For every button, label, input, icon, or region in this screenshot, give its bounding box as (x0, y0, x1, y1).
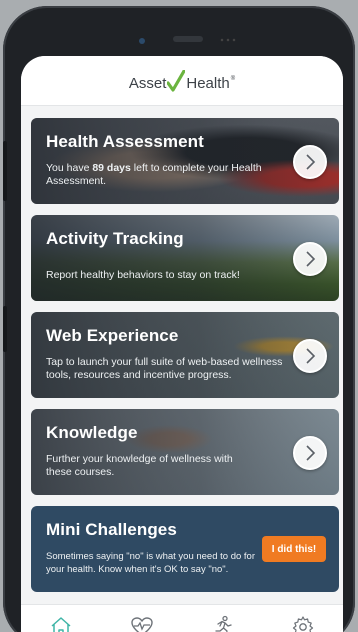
i-did-this-button[interactable]: I did this! (262, 536, 326, 562)
speaker-grille (173, 36, 203, 42)
chevron-right-icon (306, 445, 316, 461)
web-experience-card[interactable]: Web Experience Tap to launch your full s… (31, 312, 339, 398)
bottom-tab-bar (21, 604, 343, 632)
logo-check-icon (167, 69, 186, 92)
runner-icon (215, 615, 232, 632)
card-title: Knowledge (46, 423, 138, 442)
activity-tracking-arrow-button[interactable] (293, 242, 327, 276)
health-assessment-arrow-button[interactable] (293, 145, 327, 179)
card-description: Report healthy behaviors to stay on trac… (46, 269, 240, 281)
web-experience-arrow-button[interactable] (293, 339, 327, 373)
home-icon (51, 617, 71, 632)
logo-registered-mark: ® (230, 75, 236, 82)
knowledge-card[interactable]: Knowledge Further your knowledge of well… (31, 409, 339, 495)
chevron-right-icon (306, 251, 316, 267)
app-screen: Asset Health ® Health Assessment You hav… (21, 56, 343, 632)
tab-health[interactable] (127, 615, 157, 632)
desc-prefix: You have (46, 162, 93, 174)
app-logo: Asset Health ® (128, 69, 236, 92)
card-description: Sometimes saying "no" is what you need t… (46, 551, 255, 575)
logo-text-left: Asset (128, 74, 167, 92)
tab-activity[interactable] (207, 615, 237, 632)
card-description: Further your knowledge of wellness with … (46, 453, 233, 478)
side-button (3, 306, 7, 352)
tab-settings[interactable] (288, 615, 318, 632)
heart-pulse-icon (131, 617, 153, 632)
phone-frame: Asset Health ® Health Assessment You hav… (3, 6, 355, 632)
app-header: Asset Health ® (21, 56, 343, 106)
tab-home[interactable] (46, 615, 76, 632)
chevron-right-icon (306, 348, 316, 364)
card-title: Health Assessment (46, 132, 204, 151)
volume-button (3, 141, 7, 201)
activity-tracking-card[interactable]: Activity Tracking Report healthy behavio… (31, 215, 339, 301)
health-assessment-card[interactable]: Health Assessment You have 89 days left … (31, 118, 339, 204)
knowledge-arrow-button[interactable] (293, 436, 327, 470)
card-title: Mini Challenges (46, 520, 177, 539)
days-remaining: 89 days (92, 162, 131, 174)
front-camera (139, 38, 145, 44)
card-description: Tap to launch your full suite of web-bas… (46, 356, 283, 381)
card-description: You have 89 days left to complete your H… (46, 162, 276, 188)
card-title: Activity Tracking (46, 229, 184, 248)
logo-text-right: Health (186, 74, 230, 92)
card-title: Web Experience (46, 326, 179, 345)
mini-challenges-card: Mini Challenges Sometimes saying "no" is… (31, 506, 339, 592)
sensor-dots (219, 38, 237, 42)
chevron-right-icon (306, 154, 316, 170)
gear-icon (292, 616, 313, 632)
